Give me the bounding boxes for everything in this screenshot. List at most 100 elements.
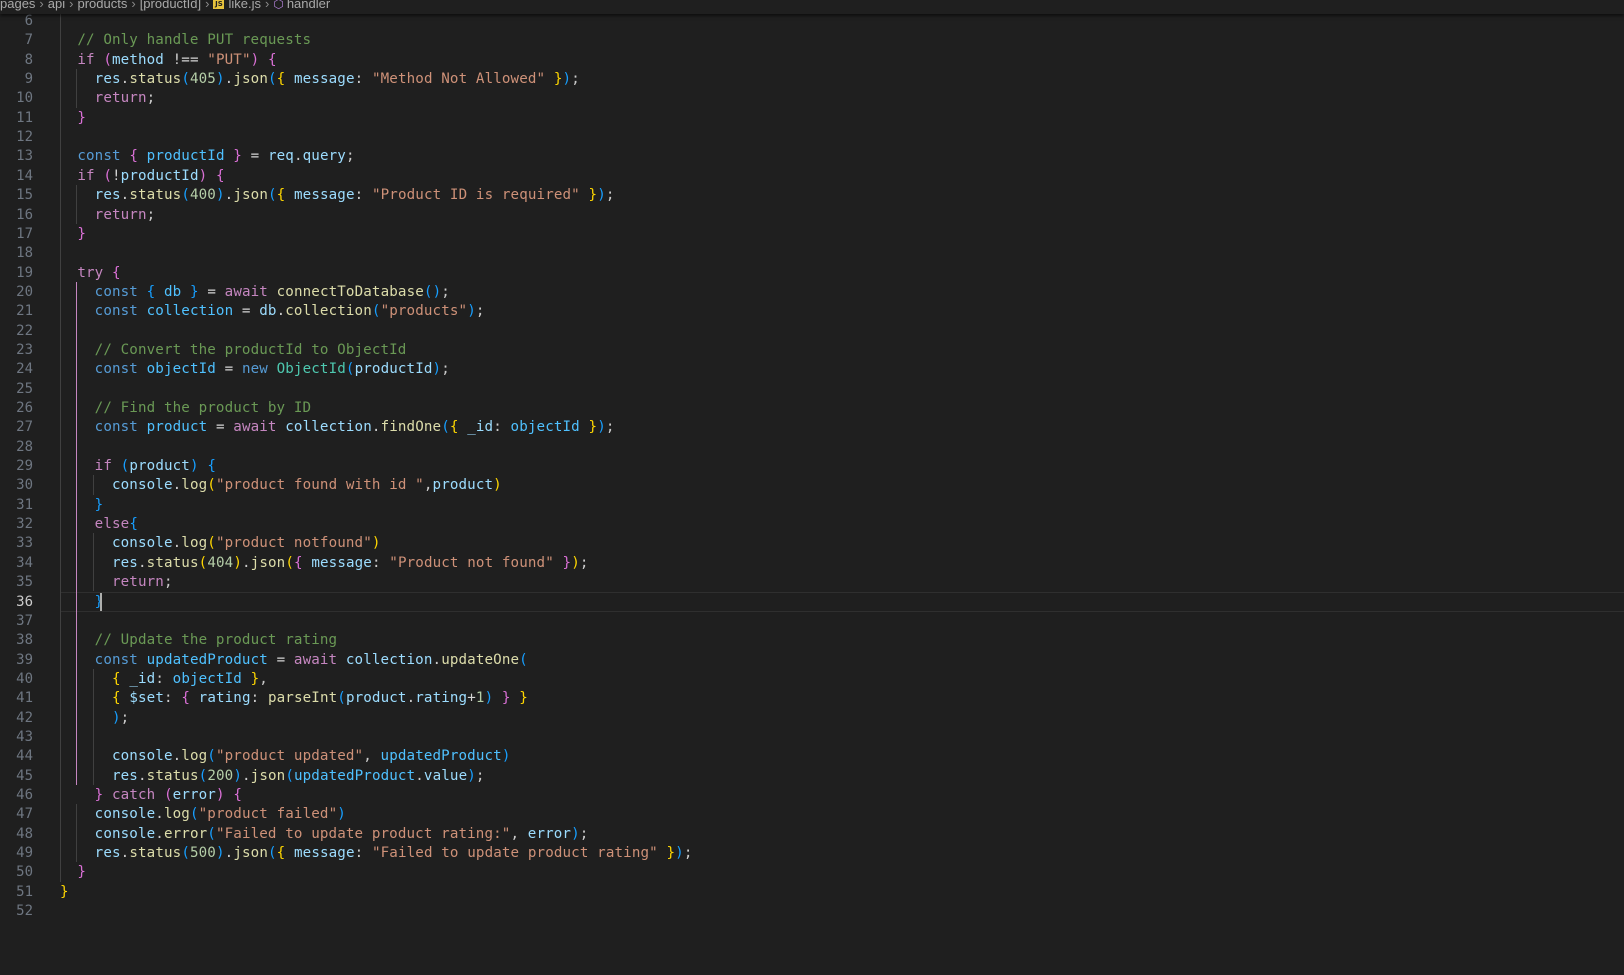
code-text[interactable]: try {: [60, 263, 121, 283]
code-text[interactable]: return;: [60, 205, 156, 225]
line-number[interactable]: 37: [0, 611, 33, 631]
breadcrumb-item-symbol[interactable]: handler: [287, 0, 330, 11]
line-number[interactable]: 25: [0, 379, 33, 399]
line-number[interactable]: 26: [0, 398, 33, 418]
line-number[interactable]: 8: [0, 50, 33, 70]
line-number[interactable]: 14: [0, 166, 33, 186]
code-text[interactable]: } catch (error) {: [60, 785, 242, 805]
code-line[interactable]: 21 const collection = db.collection("pro…: [0, 301, 1624, 321]
code-line[interactable]: 29 if (product) {: [0, 456, 1624, 476]
code-line[interactable]: 13 const { productId } = req.query;: [0, 146, 1624, 166]
line-number[interactable]: 40: [0, 669, 33, 689]
code-line[interactable]: 35 return;: [0, 572, 1624, 592]
code-text[interactable]: else{: [60, 514, 138, 534]
line-number[interactable]: 19: [0, 263, 33, 283]
code-line[interactable]: 19 try {: [0, 263, 1624, 283]
code-text[interactable]: }: [60, 108, 86, 128]
line-number[interactable]: 9: [0, 69, 33, 89]
line-number[interactable]: 12: [0, 127, 33, 147]
line-number[interactable]: 16: [0, 205, 33, 225]
code-line[interactable]: 42 );: [0, 708, 1624, 728]
code-text[interactable]: const { db } = await connectToDatabase()…: [60, 282, 450, 302]
line-number[interactable]: 20: [0, 282, 33, 302]
code-line[interactable]: 34 res.status(404).json({ message: "Prod…: [0, 553, 1624, 573]
code-line[interactable]: 31 }: [0, 495, 1624, 515]
code-line[interactable]: 9 res.status(405).json({ message: "Metho…: [0, 69, 1624, 89]
code-editor[interactable]: 67 // Only handle PUT requests 8 if (meth…: [0, 11, 1624, 975]
code-line[interactable]: 30 console.log("product found with id ",…: [0, 475, 1624, 495]
line-number[interactable]: 46: [0, 785, 33, 805]
code-text[interactable]: res.status(500).json({ message: "Failed …: [60, 843, 693, 863]
line-number[interactable]: 44: [0, 746, 33, 766]
code-text[interactable]: }: [60, 224, 86, 244]
code-line[interactable]: 37: [0, 611, 1624, 631]
code-line[interactable]: 14 if (!productId) {: [0, 166, 1624, 186]
code-text[interactable]: if (product) {: [60, 456, 216, 476]
line-number[interactable]: 49: [0, 843, 33, 863]
code-text[interactable]: { $set: { rating: parseInt(product.ratin…: [60, 688, 528, 708]
line-number[interactable]: 50: [0, 862, 33, 882]
code-line[interactable]: 20 const { db } = await connectToDatabas…: [0, 282, 1624, 302]
code-text[interactable]: res.status(200).json(updatedProduct.valu…: [60, 766, 485, 786]
code-text[interactable]: console.log("product failed"): [60, 804, 346, 824]
code-line[interactable]: 33 console.log("product notfound"): [0, 533, 1624, 553]
line-number[interactable]: 29: [0, 456, 33, 476]
code-text[interactable]: const { productId } = req.query;: [60, 146, 355, 166]
line-number[interactable]: 39: [0, 650, 33, 670]
code-text[interactable]: );: [60, 708, 129, 728]
code-text[interactable]: console.log("product updated", updatedPr…: [60, 746, 510, 766]
code-line[interactable]: 43: [0, 727, 1624, 747]
code-line[interactable]: 24 const objectId = new ObjectId(product…: [0, 359, 1624, 379]
line-number[interactable]: 28: [0, 437, 33, 457]
line-number[interactable]: 21: [0, 301, 33, 321]
line-number[interactable]: 15: [0, 185, 33, 205]
line-number[interactable]: 36: [0, 592, 33, 612]
line-number[interactable]: 35: [0, 572, 33, 592]
line-number[interactable]: 33: [0, 533, 33, 553]
code-line[interactable]: 11 }: [0, 108, 1624, 128]
line-number[interactable]: 47: [0, 804, 33, 824]
code-line[interactable]: 27 const product = await collection.find…: [0, 417, 1624, 437]
breadcrumb-item-products[interactable]: products: [77, 0, 127, 11]
code-text[interactable]: console.log("product found with id ",pro…: [60, 475, 502, 495]
line-number[interactable]: 32: [0, 514, 33, 534]
code-line[interactable]: 46 } catch (error) {: [0, 785, 1624, 805]
code-line[interactable]: 41 { $set: { rating: parseInt(product.ra…: [0, 688, 1624, 708]
code-text[interactable]: }: [60, 592, 104, 612]
code-line[interactable]: 49 res.status(500).json({ message: "Fail…: [0, 843, 1624, 863]
code-text[interactable]: const updatedProduct = await collection.…: [60, 650, 528, 670]
code-line[interactable]: 52: [0, 901, 1624, 921]
code-line[interactable]: 36 }: [0, 591, 1624, 612]
code-line[interactable]: 16 return;: [0, 205, 1624, 225]
code-line[interactable]: 7 // Only handle PUT requests: [0, 30, 1624, 50]
code-line[interactable]: 51}: [0, 882, 1624, 902]
code-text[interactable]: { _id: objectId },: [60, 669, 268, 689]
code-text[interactable]: }: [60, 882, 69, 902]
line-number[interactable]: 31: [0, 495, 33, 515]
line-number[interactable]: 11: [0, 108, 33, 128]
line-number[interactable]: 24: [0, 359, 33, 379]
code-text[interactable]: res.status(404).json({ message: "Product…: [60, 553, 589, 573]
code-text[interactable]: // Update the product rating: [60, 630, 337, 650]
line-number[interactable]: 43: [0, 727, 33, 747]
line-number[interactable]: 38: [0, 630, 33, 650]
breadcrumb-item-file[interactable]: like.js: [228, 0, 261, 11]
line-number[interactable]: 34: [0, 553, 33, 573]
code-line[interactable]: 50 }: [0, 862, 1624, 882]
line-number[interactable]: 18: [0, 243, 33, 263]
code-line[interactable]: 38 // Update the product rating: [0, 630, 1624, 650]
code-text[interactable]: // Find the product by ID: [60, 398, 311, 418]
code-line[interactable]: 44 console.log("product updated", update…: [0, 746, 1624, 766]
code-text[interactable]: // Only handle PUT requests: [60, 30, 311, 50]
code-line[interactable]: 12: [0, 127, 1624, 147]
code-text[interactable]: const objectId = new ObjectId(productId)…: [60, 359, 450, 379]
code-line[interactable]: 32 else{: [0, 514, 1624, 534]
line-number[interactable]: 23: [0, 340, 33, 360]
code-line[interactable]: 17 }: [0, 224, 1624, 244]
code-text[interactable]: if (!productId) {: [60, 166, 225, 186]
code-text[interactable]: console.log("product notfound"): [60, 533, 381, 553]
code-text[interactable]: console.error("Failed to update product …: [60, 824, 589, 844]
line-number[interactable]: 48: [0, 824, 33, 844]
code-text[interactable]: // Convert the productId to ObjectId: [60, 340, 407, 360]
code-text[interactable]: const product = await collection.findOne…: [60, 417, 615, 437]
